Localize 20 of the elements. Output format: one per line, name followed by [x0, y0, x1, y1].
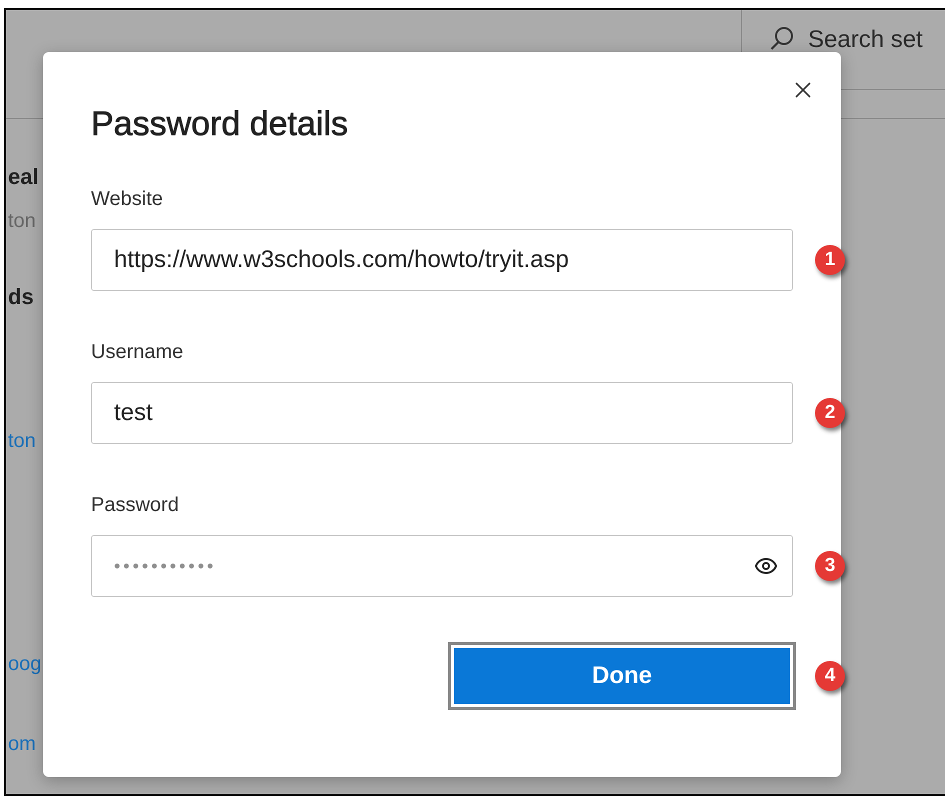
link[interactable]: om	[8, 730, 36, 758]
number-badge: 4	[815, 661, 845, 691]
input-field[interactable]: https://www.w3schools.com/howto/tryit.asp	[91, 229, 793, 291]
input-field[interactable]: test	[91, 382, 793, 444]
number-badge: 3	[815, 551, 845, 581]
done-button[interactable]: Done	[451, 645, 793, 707]
field-label: Website	[91, 188, 163, 211]
password-field[interactable]: •••••••••••	[91, 535, 793, 597]
description-text: ton	[8, 209, 36, 234]
number-badge: 2	[815, 398, 845, 428]
search-icon	[770, 26, 794, 50]
number-badge: 1	[815, 245, 845, 275]
section-heading: ds	[8, 283, 34, 311]
section-heading: eal	[8, 163, 39, 191]
search-field[interactable]: Search set	[808, 26, 945, 54]
link[interactable]: ton	[8, 427, 36, 455]
field-label: Username	[91, 341, 184, 364]
field-label: Password	[91, 494, 179, 517]
dialog-title: Password details	[91, 104, 350, 145]
link[interactable]: oog	[8, 650, 42, 678]
